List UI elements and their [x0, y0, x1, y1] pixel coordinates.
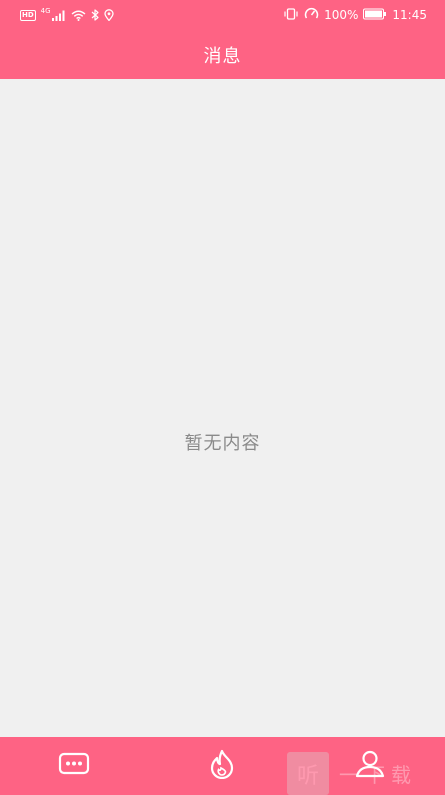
watermark-logo: 听 [287, 752, 329, 795]
tab-hot[interactable] [205, 749, 239, 783]
watermark: 听 一下载 [287, 752, 417, 795]
network-type-label: 4G [40, 7, 51, 15]
vibrate-icon [283, 7, 299, 23]
chat-bubble-icon [58, 751, 90, 781]
page-title: 消息 [203, 45, 242, 67]
status-bar-left: HD 4G [20, 7, 114, 23]
status-bar-right: 100% 11:45 [283, 6, 427, 24]
battery-percent: 100% [324, 8, 359, 22]
battery-fill [365, 10, 383, 17]
empty-state-text: 暂无内容 [184, 433, 261, 454]
hd-badge-icon: HD [20, 9, 36, 21]
title-bar: 消息 [0, 30, 445, 79]
status-bar: HD 4G 100% 11:45 [0, 0, 445, 30]
wifi-icon [71, 6, 86, 25]
clock-time: 11:45 [392, 8, 427, 22]
speed-icon [304, 7, 319, 23]
watermark-text: 一下载 [339, 763, 417, 787]
tab-messages[interactable] [57, 749, 91, 783]
location-icon [103, 6, 114, 25]
battery-icon [363, 8, 387, 23]
flame-icon [208, 749, 236, 783]
signal-icon [51, 6, 66, 25]
message-list-area: 暂无内容 [0, 79, 445, 737]
bluetooth-icon [91, 6, 99, 25]
